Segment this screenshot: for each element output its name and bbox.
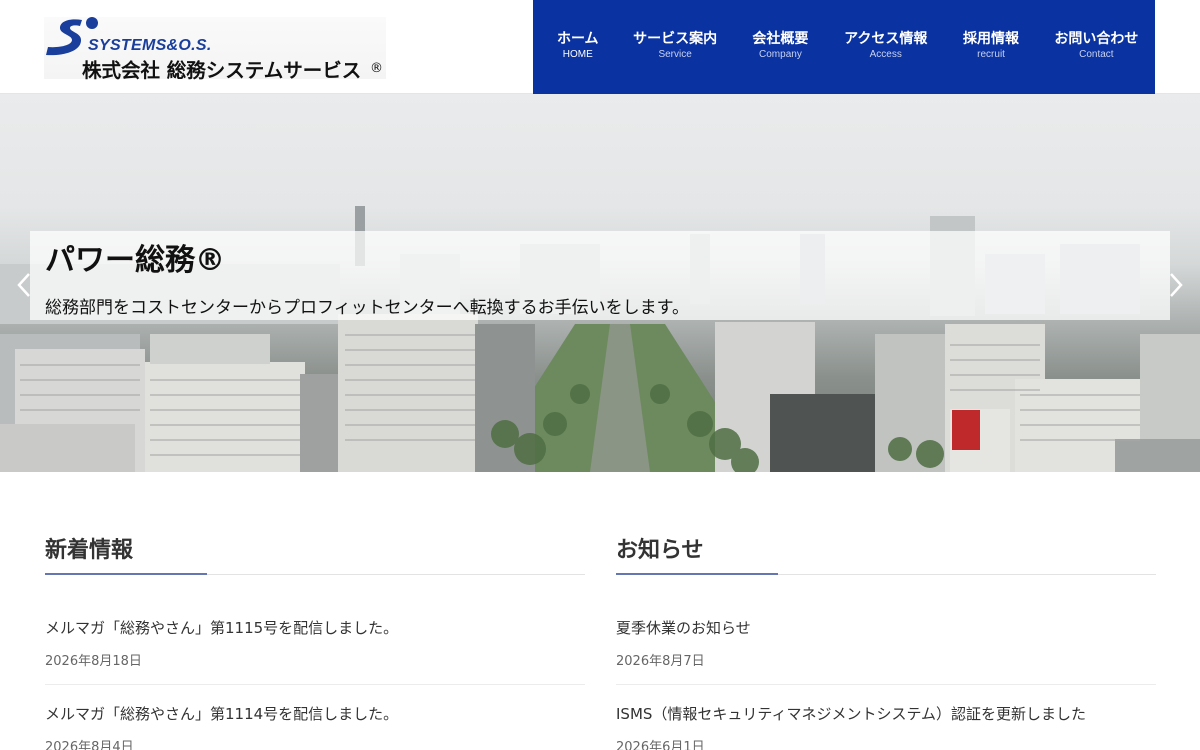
news-item-date: 2026年8月18日 [45, 654, 142, 669]
notice-item-date: 2026年6月1日 [616, 740, 705, 750]
news-heading: 新着情報 [45, 538, 134, 563]
logo-english-text: SYSTEMS&O.S. [88, 37, 212, 54]
nav-item-recruit[interactable]: 採用情報 recruit [944, 0, 1037, 94]
main-navigation: ホーム HOME サービス案内 Service 会社概要 Company アクセ… [533, 0, 1155, 94]
notice-item: 夏季休業のお知らせ 2026年8月7日 [616, 617, 1156, 669]
nav-label: サービス案内 [633, 31, 718, 47]
nav-item-home[interactable]: ホーム HOME [539, 0, 617, 94]
slider-prev-button[interactable] [14, 270, 34, 300]
nav-label: アクセス情報 [844, 31, 928, 47]
nav-item-company[interactable]: 会社概要 Company [734, 0, 827, 94]
nav-sublabel: HOME [562, 49, 593, 60]
nav-sublabel: Service [658, 49, 692, 60]
slider-next-button[interactable] [1166, 270, 1186, 300]
news-item-title[interactable]: メルマガ「総務やさん」第1115号を配信しました。 [45, 617, 585, 638]
news-item-title[interactable]: メルマガ「総務やさん」第1114号を配信しました。 [45, 703, 585, 724]
news-item: メルマガ「総務やさん」第1114号を配信しました。 2026年8月4日 [45, 703, 585, 750]
notice-item-title[interactable]: 夏季休業のお知らせ [616, 617, 1156, 638]
nav-sublabel: recruit [977, 49, 1005, 60]
hero-text: 総務部門をコストセンターからプロフィットセンターへ転換するお手伝いをします。 [45, 298, 689, 318]
notice-item-date: 2026年8月7日 [616, 654, 705, 669]
nav-item-contact[interactable]: お問い合わせ Contact [1038, 0, 1155, 94]
news-item: メルマガ「総務やさん」第1115号を配信しました。 2026年8月18日 [45, 617, 585, 669]
hero-title: パワー総務® [45, 243, 225, 278]
notice-divider [616, 684, 1156, 685]
heading-accent-line [616, 573, 778, 575]
logo-registered-mark: ® [370, 61, 383, 76]
hero-slider: パワー総務® 総務部門をコストセンターからプロフィットセンターへ転換するお手伝い… [0, 94, 1200, 472]
site-header: SYSTEMS&O.S. 株式会社 総務システムサービス ® ホーム HOME … [0, 0, 1200, 94]
nav-label: お問い合わせ [1054, 31, 1139, 47]
nav-sublabel: Contact [1079, 49, 1114, 60]
chevron-right-icon [1170, 273, 1183, 297]
chevron-left-icon [17, 273, 30, 297]
nav-item-service[interactable]: サービス案内 Service [617, 0, 734, 94]
nav-sublabel: Company [759, 49, 802, 60]
news-item-date: 2026年8月4日 [45, 740, 134, 750]
news-divider [45, 684, 585, 685]
nav-item-access[interactable]: アクセス情報 Access [827, 0, 944, 94]
nav-sublabel: Access [869, 49, 902, 60]
company-logo[interactable]: SYSTEMS&O.S. 株式会社 総務システムサービス ® [44, 17, 386, 82]
notice-item-title[interactable]: ISMS（情報セキュリティマネジメントシステム）認証を更新しました [616, 703, 1156, 724]
notices-heading: お知らせ [616, 538, 704, 563]
nav-label: 会社概要 [752, 31, 809, 47]
heading-accent-line [45, 573, 207, 575]
nav-label: 採用情報 [963, 31, 1020, 47]
notice-item: ISMS（情報セキュリティマネジメントシステム）認証を更新しました 2026年6… [616, 703, 1156, 750]
logo-company-name: 株式会社 総務システムサービス [82, 59, 362, 82]
nav-label: ホーム [556, 31, 599, 47]
hero-caption: パワー総務® 総務部門をコストセンターからプロフィットセンターへ転換するお手伝い… [30, 231, 1170, 320]
